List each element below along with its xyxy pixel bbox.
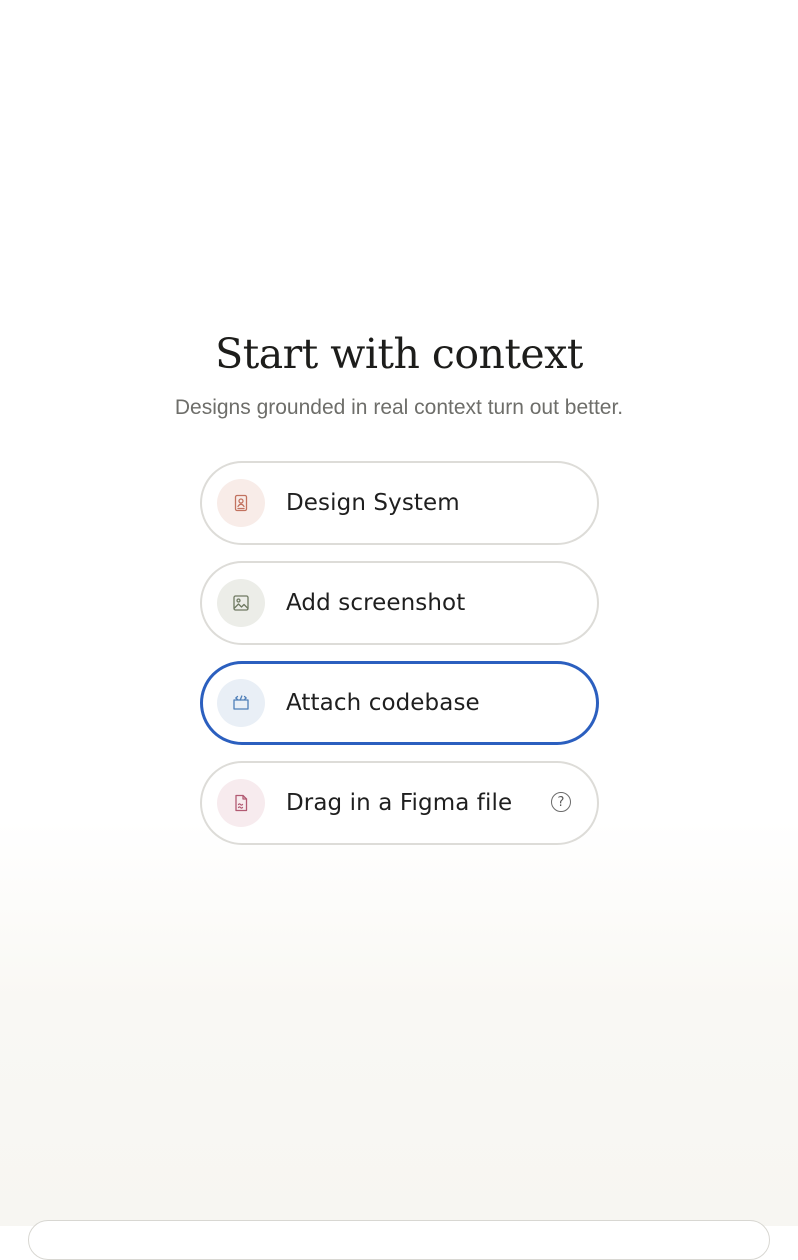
design-system-button[interactable]: Design System [200, 461, 599, 545]
book-icon [217, 479, 265, 527]
add-screenshot-button[interactable]: Add screenshot [200, 561, 599, 645]
option-label: Drag in a Figma file [286, 790, 513, 816]
context-options-list: Design System Add screenshot Attach code… [200, 461, 599, 861]
page-title: Start with context [215, 330, 583, 378]
code-folder-icon [217, 679, 265, 727]
image-icon [217, 579, 265, 627]
attach-codebase-button[interactable]: Attach codebase [200, 661, 599, 745]
option-label: Add screenshot [286, 590, 466, 616]
option-label: Attach codebase [286, 690, 480, 716]
figma-file-button[interactable]: Drag in a Figma file ? [200, 761, 599, 845]
prompt-input-bar[interactable] [28, 1220, 770, 1260]
page-subtitle: Designs grounded in real context turn ou… [174, 396, 624, 419]
option-label: Design System [286, 490, 460, 516]
help-icon[interactable]: ? [551, 792, 571, 812]
file-icon [217, 779, 265, 827]
